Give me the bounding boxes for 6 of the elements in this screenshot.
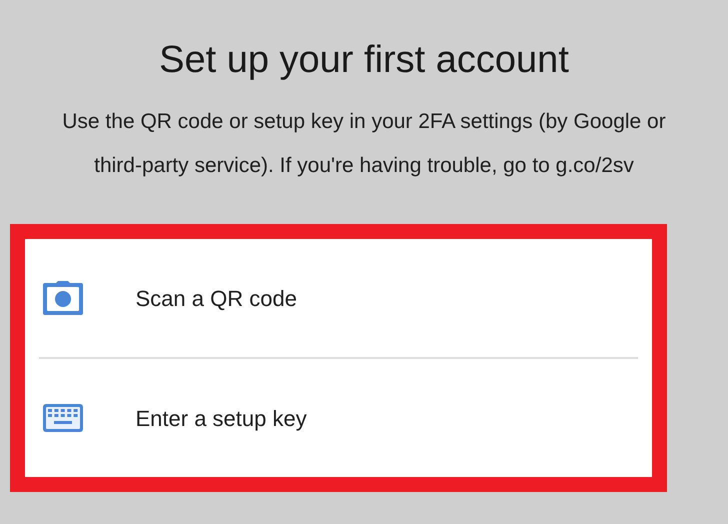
instructions-text: Use the QR code or setup key in your 2FA settings (by Google or third-party service). If you're having trouble, go to g.co/2sv	[61, 109, 667, 179]
camera-icon	[42, 280, 84, 316]
option-row[interactable]: Enter a setup key	[24, 359, 652, 477]
option-row[interactable]: Scan a QR code	[24, 239, 652, 357]
keyboard-icon	[42, 403, 84, 433]
page-title: Set up your first account	[159, 38, 569, 83]
